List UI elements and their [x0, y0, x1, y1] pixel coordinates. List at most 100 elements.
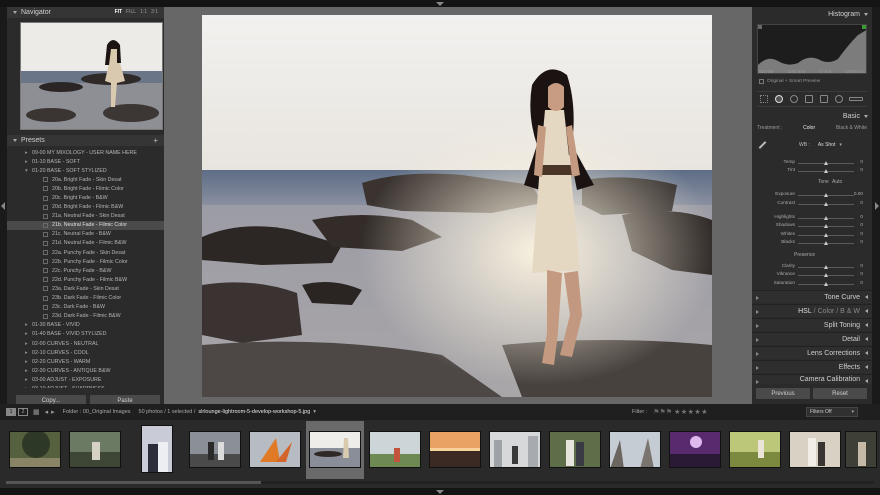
wb-select[interactable]: As Shot	[818, 142, 836, 148]
preset-item[interactable]: 20d. Bright Fade - Filmic B&W	[7, 203, 164, 212]
preset-item[interactable]: 23d. Dark Fade - Filmic B&W	[7, 312, 164, 321]
zoom-3-1-option[interactable]: 3:1	[151, 9, 158, 15]
slider-value[interactable]: 0	[860, 159, 863, 164]
slider-temp[interactable]: Temp 0	[757, 159, 867, 167]
slider-value[interactable]: 0	[860, 214, 863, 219]
zoom-fill-option[interactable]: FILL	[126, 9, 136, 15]
filmstrip-thumbnail[interactable]	[126, 421, 184, 479]
split-toning-panel[interactable]: Split Toning	[752, 318, 872, 331]
preset-item[interactable]: 21c. Neutral Fade - B&W	[7, 230, 164, 239]
chevron-right-icon[interactable]: ▸	[25, 159, 32, 165]
preset-item[interactable]: 21d. Neutral Fade - Filmic B&W	[7, 239, 164, 248]
main-photo[interactable]	[202, 15, 712, 397]
slider-clarity[interactable]: Clarity 0	[757, 263, 867, 271]
filmstrip-thumbnail[interactable]	[366, 421, 424, 479]
chevron-right-icon[interactable]: ▸	[25, 368, 32, 374]
collapse-bottom-arrow-icon[interactable]	[436, 490, 444, 494]
filmstrip-thumbnail[interactable]	[486, 421, 544, 479]
collapse-top-arrow-icon[interactable]	[436, 2, 444, 6]
preset-item[interactable]: 22a. Punchy Fade - Skin Desat	[7, 248, 164, 257]
preset-folder[interactable]: ▸ 03-00 ADJUST - EXPOSURE	[7, 375, 164, 384]
grid-overlay-icon[interactable]	[760, 95, 769, 103]
slider-tint[interactable]: Tint 0	[757, 167, 867, 175]
slider-vibrance[interactable]: Vibrance 0	[757, 271, 867, 279]
filmstrip-thumbnail-selected[interactable]	[306, 421, 364, 479]
hsl-panel[interactable]: HSL / Color / B & W	[752, 304, 872, 317]
preset-item[interactable]: 23a. Dark Fade - Skin Desat	[7, 284, 164, 293]
rating-stars-icon[interactable]: ★★★★★	[674, 408, 708, 416]
preset-item[interactable]: 20c. Bright Fade - B&W	[7, 193, 164, 202]
preset-item[interactable]: 23b. Dark Fade - Filmic Color	[7, 294, 164, 303]
zoom-fit-option[interactable]: FIT	[115, 9, 123, 15]
smart-preview-status[interactable]: Original + Smart Preview	[759, 79, 820, 84]
collapse-right-arrow-icon[interactable]	[875, 202, 879, 210]
lens-corrections-panel[interactable]: Lens Corrections	[752, 346, 872, 359]
slider-exposure[interactable]: Exposure 0.00	[757, 191, 867, 199]
folder-label[interactable]: Folder : 00_Original Images	[63, 409, 131, 415]
navigator-header[interactable]: Navigator FIT FILL 1:1 3:1	[7, 7, 164, 18]
preset-folder[interactable]: ▸ 01-40 BASE - VIVID STYLIZED	[7, 330, 164, 339]
slider-thumb[interactable]	[824, 169, 828, 173]
slider-highlights[interactable]: Highlights 0	[757, 214, 867, 222]
grid-view-icon[interactable]: ▦	[33, 408, 40, 416]
secondary-window-button[interactable]: 2	[18, 408, 28, 416]
color-tab[interactable]: Color	[818, 308, 835, 315]
collapse-left-arrow-icon[interactable]	[1, 202, 5, 210]
basic-header[interactable]: Basic	[752, 111, 872, 122]
slider-value[interactable]: 0.00	[854, 191, 863, 196]
slider-thumb[interactable]	[824, 193, 828, 197]
slider-whites[interactable]: Whites 0	[757, 231, 867, 239]
image-canvas[interactable]	[164, 7, 752, 404]
preset-item[interactable]: 20a. Bright Fade - Skin Desat	[7, 175, 164, 184]
filmstrip-thumbnail[interactable]	[842, 421, 880, 479]
slider-thumb[interactable]	[824, 233, 828, 237]
slider-thumb[interactable]	[824, 161, 828, 165]
bw-tab[interactable]: B & W	[840, 308, 860, 315]
adjustment-brush-icon[interactable]	[849, 97, 864, 101]
preset-item[interactable]: 22d. Punchy Fade - Filmic B&W	[7, 275, 164, 284]
preset-item[interactable]: 21a. Neutral Fade - Skin Desat	[7, 212, 164, 221]
slider-value[interactable]: 0	[860, 222, 863, 227]
filmstrip-scroll-thumb[interactable]	[6, 481, 261, 484]
filmstrip-thumbnail[interactable]	[726, 421, 784, 479]
plus-icon[interactable]: +	[153, 136, 158, 145]
slider-thumb[interactable]	[824, 241, 828, 245]
slider-value[interactable]: 0	[860, 167, 863, 172]
preset-item[interactable]: 22c. Punchy Fade - B&W	[7, 266, 164, 275]
slider-value[interactable]: 0	[860, 231, 863, 236]
histogram-header[interactable]: Histogram	[752, 9, 872, 20]
filmstrip-thumbnail[interactable]	[666, 421, 724, 479]
filmstrip-thumbnail[interactable]	[66, 421, 124, 479]
filmstrip-thumbnail[interactable]	[606, 421, 664, 479]
preset-folder[interactable]: ▸03-10 ADJUST - SHARPNESS	[7, 384, 164, 388]
chevron-right-icon[interactable]: ▸	[25, 386, 32, 388]
tone-curve-panel[interactable]: Tone Curve	[752, 290, 872, 303]
preset-folder[interactable]: ▸ 02-30 CURVES - ANTIQUE B&W	[7, 366, 164, 375]
reset-button[interactable]: Reset	[813, 388, 867, 399]
camera-calibration-panel[interactable]: Camera Calibration	[752, 374, 872, 384]
preset-folder[interactable]: ▸ 02-00 CURVES - NEUTRAL	[7, 339, 164, 348]
bottom-panel-toggle-bar[interactable]	[0, 488, 880, 495]
chevron-right-icon[interactable]: ▸	[25, 350, 32, 356]
filmstrip-thumbnail[interactable]	[786, 421, 844, 479]
slider-value[interactable]: 0	[860, 239, 863, 244]
filmstrip[interactable]	[0, 420, 880, 488]
slider-thumb[interactable]	[824, 224, 828, 228]
chevron-down-icon[interactable]: ▾	[839, 142, 842, 148]
chevron-right-icon[interactable]: ▸	[25, 331, 32, 337]
graduated-filter-icon[interactable]	[819, 95, 828, 103]
filmstrip-thumbnail[interactable]	[546, 421, 604, 479]
chevron-right-icon[interactable]: ▸	[25, 322, 32, 328]
slider-value[interactable]: 0	[860, 200, 863, 205]
red-eye-icon[interactable]	[804, 95, 813, 103]
preset-folder[interactable]: ▸ 09-00 MY MIXOLOGY - USER NAME HERE	[7, 148, 164, 157]
preset-folder[interactable]: ▸ 02-10 CURVES - COOL	[7, 348, 164, 357]
preset-item[interactable]: 23c. Dark Fade - B&W	[7, 303, 164, 312]
radial-filter-icon[interactable]	[834, 95, 843, 103]
flag-filter-icon[interactable]: ⚑⚑⚑	[653, 408, 672, 416]
slider-saturation[interactable]: Saturation 0	[757, 280, 867, 288]
top-panel-toggle-bar[interactable]	[0, 0, 880, 7]
chevron-right-icon[interactable]: ▸	[25, 341, 32, 347]
checkbox-icon[interactable]	[759, 79, 764, 84]
preset-folder[interactable]: ▸ 02-20 CURVES - WARM	[7, 357, 164, 366]
